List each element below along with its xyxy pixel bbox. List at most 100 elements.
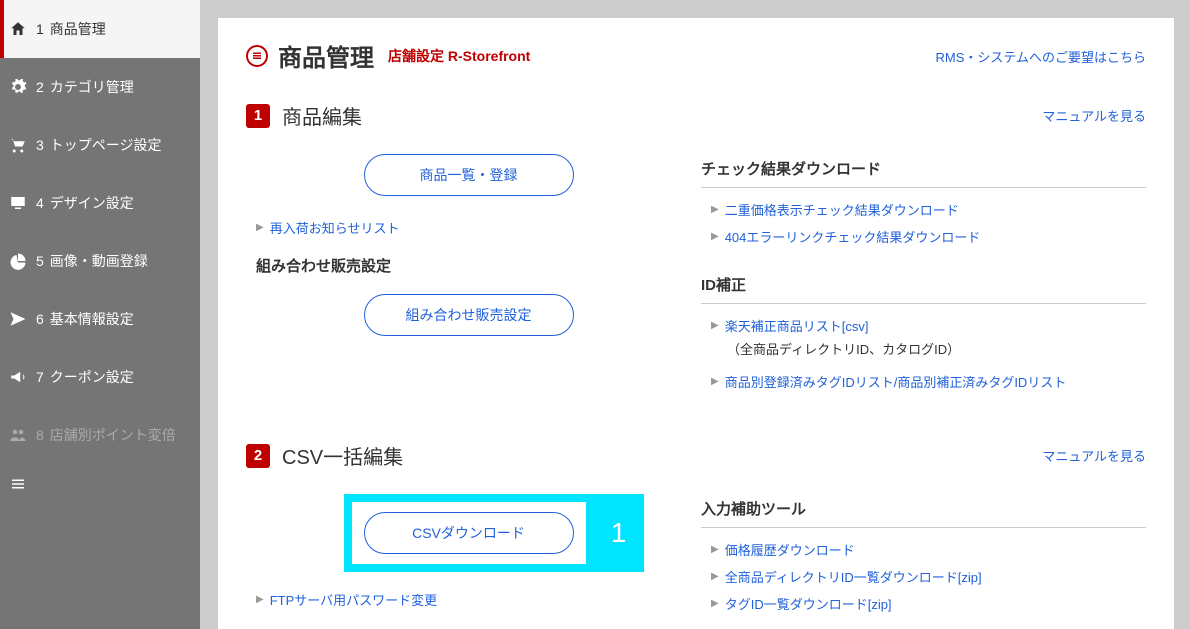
sidebar-item-list[interactable] <box>0 464 200 504</box>
tag-id-download-link[interactable]: ▶ タグID一覧ダウンロード[zip] <box>701 590 1146 617</box>
sidebar-item-products[interactable]: 1 商品管理 <box>0 0 200 58</box>
gear-icon <box>8 77 28 97</box>
sidebar-item-points[interactable]: 8 店舗別ポイント変倍 <box>0 406 200 464</box>
section-columns: 商品一覧・登録 ▶ 再入荷お知らせリスト 組み合わせ販売設定 組み合わせ販売設定… <box>246 154 1146 415</box>
column-right: チェック結果ダウンロード ▶ 二重価格表示チェック結果ダウンロード ▶ 404エ… <box>701 154 1146 415</box>
id-correction-links: ▶ 楽天補正商品リスト[csv] （全商品ディレクトリID、カタログID） ▶ … <box>701 312 1146 395</box>
sidebar-item-num: 3 <box>36 137 44 153</box>
chevron-right-icon: ▶ <box>256 594 264 605</box>
sidebar-item-basic-info[interactable]: 6 基本情報設定 <box>0 290 200 348</box>
link-label: 楽天補正商品リスト[csv] <box>725 316 869 335</box>
check-result-heading: チェック結果ダウンロード <box>701 154 1146 188</box>
link-label: タグID一覧ダウンロード[zip] <box>725 594 892 613</box>
sidebar-item-label: デザイン設定 <box>50 193 134 213</box>
page-title: 商品管理 <box>278 38 374 73</box>
sidebar-item-num: 2 <box>36 79 44 95</box>
section-header: 2 CSV一括編集 マニュアルを見る <box>246 441 1146 470</box>
section-title: 商品編集 <box>282 101 362 130</box>
link-label: 再入荷お知らせリスト <box>270 218 400 237</box>
link-label: FTPサーバ用パスワード変更 <box>270 590 437 609</box>
sidebar-item-num: 6 <box>36 311 44 327</box>
manual-link[interactable]: マニュアルを見る <box>1042 106 1146 125</box>
sidebar-item-label: 画像・動画登録 <box>50 251 148 271</box>
combination-sale-heading: 組み合わせ販売設定 <box>256 255 691 276</box>
section-title-wrap: 2 CSV一括編集 <box>246 441 403 470</box>
page-header: 商品管理 店舗設定 R-Storefront RMS・システムへのご要望はこちら <box>246 38 1146 73</box>
rakuten-correction-list-link[interactable]: ▶ 楽天補正商品リスト[csv] <box>701 312 1146 339</box>
sidebar-item-label: 店舗別ポイント変倍 <box>50 425 176 445</box>
sidebar-item-media[interactable]: 5 画像・動画登録 <box>0 232 200 290</box>
chevron-right-icon: ▶ <box>711 231 719 242</box>
sidebar-item-label: 基本情報設定 <box>50 309 134 329</box>
sidebar-item-label: カテゴリ管理 <box>50 77 134 97</box>
404-error-check-link[interactable]: ▶ 404エラーリンクチェック結果ダウンロード <box>701 223 1146 250</box>
section-number: 2 <box>246 444 270 468</box>
send-icon <box>8 309 28 329</box>
chevron-right-icon: ▶ <box>711 320 719 331</box>
ftp-password-change-link[interactable]: ▶ FTPサーバ用パスワード変更 <box>246 586 691 613</box>
input-assist-links: ▶ 価格履歴ダウンロード ▶ 全商品ディレクトリID一覧ダウンロード[zip] … <box>701 536 1146 617</box>
link-label: 商品別登録済みタグIDリスト/商品別補正済みタグIDリスト <box>725 372 1067 391</box>
chevron-right-icon: ▶ <box>711 598 719 609</box>
pie-icon <box>8 251 28 271</box>
section-header: 1 商品編集 マニュアルを見る <box>246 101 1146 130</box>
combination-sale-button[interactable]: 組み合わせ販売設定 <box>364 294 574 336</box>
section-number: 1 <box>246 104 270 128</box>
section-csv-batch-edit: 2 CSV一括編集 マニュアルを見る CSVダウンロード 1 ▶ FTPサーバ用… <box>246 441 1146 629</box>
id-correction-heading: ID補正 <box>701 270 1146 304</box>
link-label: 全商品ディレクトリID一覧ダウンロード[zip] <box>725 567 982 586</box>
column-left: CSVダウンロード 1 ▶ FTPサーバ用パスワード変更 <box>246 494 691 629</box>
chevron-right-icon: ▶ <box>711 204 719 215</box>
check-result-links: ▶ 二重価格表示チェック結果ダウンロード ▶ 404エラーリンクチェック結果ダウ… <box>701 196 1146 250</box>
double-price-check-link[interactable]: ▶ 二重価格表示チェック結果ダウンロード <box>701 196 1146 223</box>
column-left: 商品一覧・登録 ▶ 再入荷お知らせリスト 組み合わせ販売設定 組み合わせ販売設定 <box>246 154 691 415</box>
sidebar-item-label: 商品管理 <box>50 19 106 39</box>
section-product-edit: 1 商品編集 マニュアルを見る 商品一覧・登録 ▶ 再入荷お知らせリスト 組み合… <box>246 101 1146 415</box>
price-history-download-link[interactable]: ▶ 価格履歴ダウンロード <box>701 536 1146 563</box>
input-assist-heading: 入力補助ツール <box>701 494 1146 528</box>
megaphone-icon <box>8 367 28 387</box>
monitor-icon <box>8 193 28 213</box>
directory-id-download-link[interactable]: ▶ 全商品ディレクトリID一覧ダウンロード[zip] <box>701 563 1146 590</box>
highlight-badge: 1 <box>594 494 644 572</box>
sidebar-item-label: クーポン設定 <box>50 367 134 387</box>
chevron-right-icon: ▶ <box>256 222 264 233</box>
list-icon <box>8 474 28 494</box>
column-right: 入力補助ツール ▶ 価格履歴ダウンロード ▶ 全商品ディレクトリID一覧ダウンロ… <box>701 494 1146 629</box>
section-title-wrap: 1 商品編集 <box>246 101 362 130</box>
id-correction-note: （全商品ディレクトリID、カタログID） <box>701 339 1146 358</box>
section-columns: CSVダウンロード 1 ▶ FTPサーバ用パスワード変更 入力補助ツール ▶ <box>246 494 1146 629</box>
sidebar-item-num: 8 <box>36 427 44 443</box>
rms-request-link[interactable]: RMS・システムへのご要望はこちら <box>936 47 1147 66</box>
manual-link[interactable]: マニュアルを見る <box>1042 446 1146 465</box>
restock-notice-link[interactable]: ▶ 再入荷お知らせリスト <box>246 214 691 241</box>
link-label: 二重価格表示チェック結果ダウンロード <box>725 200 959 219</box>
users-icon <box>8 425 28 445</box>
header-list-icon <box>246 45 268 67</box>
sidebar-item-design[interactable]: 4 デザイン設定 <box>0 174 200 232</box>
chevron-right-icon: ▶ <box>711 376 719 387</box>
product-list-register-button[interactable]: 商品一覧・登録 <box>364 154 574 196</box>
sidebar-item-num: 1 <box>36 21 44 37</box>
sidebar-item-num: 4 <box>36 195 44 211</box>
chevron-right-icon: ▶ <box>711 571 719 582</box>
csv-download-button[interactable]: CSVダウンロード <box>364 512 574 554</box>
sidebar-item-label: トップページ設定 <box>50 135 162 155</box>
sidebar-item-category[interactable]: 2 カテゴリ管理 <box>0 58 200 116</box>
sidebar-item-toppage[interactable]: 3 トップページ設定 <box>0 116 200 174</box>
link-label: 価格履歴ダウンロード <box>725 540 855 559</box>
sidebar: 1 商品管理 2 カテゴリ管理 3 トップページ設定 4 デザイン設定 <box>0 0 200 629</box>
app-root: 1 商品管理 2 カテゴリ管理 3 トップページ設定 4 デザイン設定 <box>0 0 1190 629</box>
sidebar-item-num: 5 <box>36 253 44 269</box>
content-panel: 商品管理 店舗設定 R-Storefront RMS・システムへのご要望はこちら… <box>218 18 1174 629</box>
home-icon <box>8 19 28 39</box>
cart-icon <box>8 135 28 155</box>
main-content: 商品管理 店舗設定 R-Storefront RMS・システムへのご要望はこちら… <box>200 0 1190 629</box>
section-title: CSV一括編集 <box>282 441 403 470</box>
product-tag-id-list-link[interactable]: ▶ 商品別登録済みタグIDリスト/商品別補正済みタグIDリスト <box>701 368 1146 395</box>
sidebar-item-coupon[interactable]: 7 クーポン設定 <box>0 348 200 406</box>
page-subtitle: 店舗設定 R-Storefront <box>388 46 530 66</box>
sidebar-item-num: 7 <box>36 369 44 385</box>
link-label: 404エラーリンクチェック結果ダウンロード <box>725 227 981 246</box>
chevron-right-icon: ▶ <box>711 544 719 555</box>
